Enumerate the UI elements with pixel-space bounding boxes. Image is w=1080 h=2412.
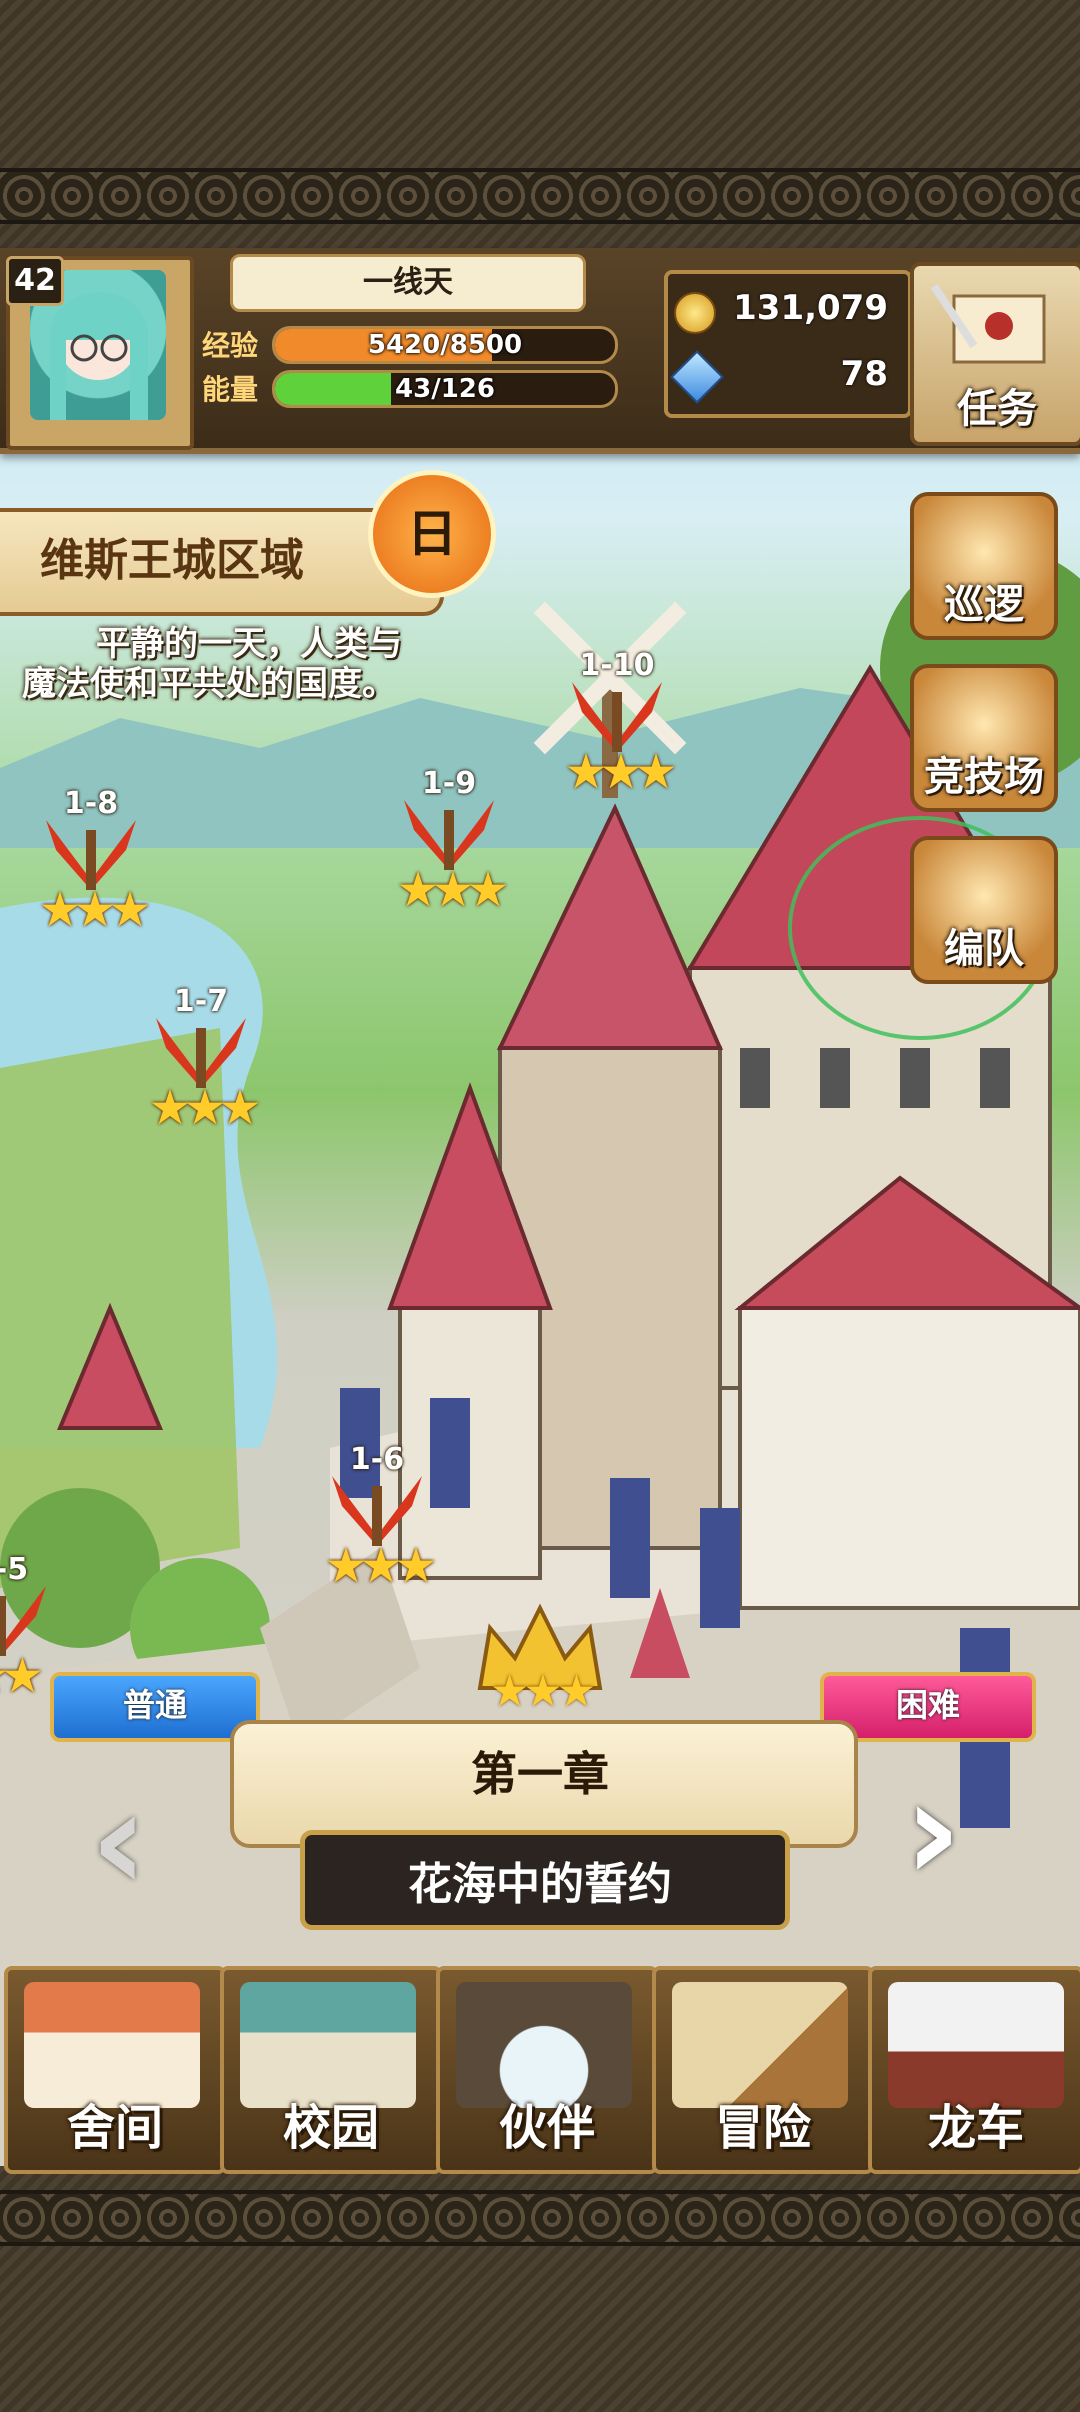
- arena-label: 竞技场: [924, 754, 1044, 800]
- nav-label: 舍间: [66, 2100, 163, 2156]
- stage-label: 1-8: [63, 786, 119, 821]
- normal-difficulty-button[interactable]: 普通: [50, 1672, 260, 1742]
- stage-node-1-6[interactable]: 1-6 ★★★: [302, 1442, 452, 1602]
- nav-adventure[interactable]: 冒险: [652, 1966, 874, 2174]
- stage-node-1-8[interactable]: 1-8 ★★★: [16, 786, 166, 946]
- stage-node-1-9[interactable]: 1-9 ★★★: [374, 766, 524, 926]
- next-chapter-arrow[interactable]: ›: [904, 1750, 962, 1913]
- crossed-flags-icon: [332, 1476, 422, 1546]
- crossed-flags-icon: [572, 682, 662, 752]
- formation-label: 编队: [944, 926, 1024, 972]
- stage-stars: ★★★: [324, 1538, 437, 1594]
- nav-label: 冒险: [714, 2100, 811, 2156]
- previous-chapter-arrow[interactable]: ‹: [90, 1760, 148, 1923]
- gem-amount[interactable]: 78: [841, 354, 888, 394]
- patrol-button[interactable]: 巡逻: [910, 492, 1058, 640]
- bottom-ornament-band: [0, 2190, 1080, 2246]
- energy-bar[interactable]: 43/126: [272, 370, 618, 408]
- nav-label: 龙车: [927, 2100, 1024, 2156]
- stage-label: 1-7: [173, 984, 229, 1019]
- region-description-line2: 魔法使和平共处的国度。: [22, 664, 396, 704]
- stage-stars: ★★★: [396, 862, 509, 918]
- stage-label: 1-5: [0, 1552, 29, 1587]
- crossed-flags-icon: [46, 820, 136, 890]
- formation-button[interactable]: 编队: [910, 836, 1058, 984]
- scroll-icon: [930, 283, 1046, 364]
- crossed-flags-icon: [0, 1586, 46, 1656]
- nav-carriage[interactable]: 龙车: [868, 1966, 1080, 2174]
- nav-label: 伙伴: [498, 2100, 595, 2156]
- stage-node-1-10[interactable]: 1-10 ★★★: [542, 648, 692, 808]
- gold-coin-icon: [674, 292, 716, 334]
- nav-label: 校园: [282, 2100, 379, 2156]
- region-name: 维斯王城区域: [40, 535, 304, 586]
- patrol-label: 巡逻: [944, 582, 1024, 628]
- exp-label: 经验: [202, 329, 259, 362]
- task-button-label: 任务: [957, 386, 1037, 432]
- stage-stars: ★★★: [564, 744, 677, 800]
- gold-amount[interactable]: 131,079: [733, 288, 888, 328]
- nav-partners[interactable]: 伙伴: [436, 1966, 658, 2174]
- stage-label: 1-6: [349, 1442, 405, 1477]
- stage-stars: ★★★: [148, 1080, 261, 1136]
- task-button[interactable]: 任务: [910, 262, 1080, 446]
- chapter-number: 第一章: [471, 1747, 609, 1801]
- top-ornament-band: [0, 168, 1080, 224]
- crossed-flags-icon: [404, 800, 494, 870]
- stage-node-1-7[interactable]: 1-7 ★★★: [126, 984, 276, 1144]
- crossed-flags-icon: [156, 1018, 246, 1088]
- time-of-day-badge[interactable]: 日: [368, 470, 496, 598]
- energy-value: 43/126: [395, 374, 495, 404]
- exp-value: 5420/8500: [367, 330, 523, 360]
- player-level-badge: 42: [6, 256, 64, 306]
- stage-label: 1-10: [579, 648, 655, 683]
- player-name: 一线天: [230, 254, 586, 312]
- nav-campus[interactable]: 校园: [220, 1966, 442, 2174]
- chapter-title: 花海中的誓约: [408, 1859, 672, 1910]
- energy-label: 能量: [202, 373, 259, 406]
- exp-bar: 5420/8500: [272, 326, 618, 364]
- stage-label: 1-9: [421, 766, 477, 801]
- arena-button[interactable]: 竞技场: [910, 664, 1058, 812]
- chapter-stars: ★★★: [489, 1666, 596, 1717]
- stage-stars: ★★★: [38, 882, 151, 938]
- nav-dormitory[interactable]: 舍间: [4, 1966, 226, 2174]
